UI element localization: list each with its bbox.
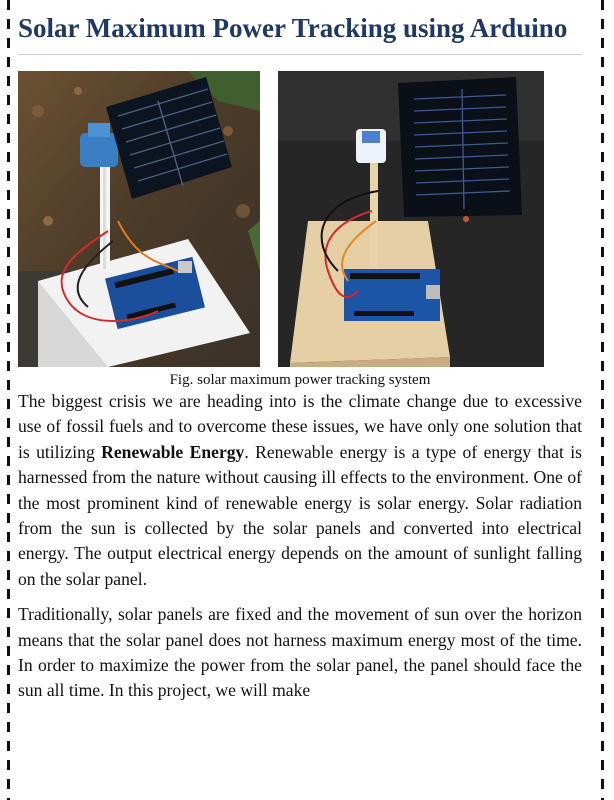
left-dashed-border (7, 0, 10, 800)
article: Solar Maximum Power Tracking using Ardui… (18, 12, 582, 704)
article-title: Solar Maximum Power Tracking using Ardui… (18, 13, 568, 43)
right-dashed-border (601, 0, 604, 800)
paragraph-intro-text-continued: . Renewable energy is a type of energy t… (18, 441, 582, 589)
figure-caption: Fig. solar maximum power tracking system (169, 372, 431, 388)
paragraph-traditional: Traditionally, solar panels are fixed an… (18, 604, 582, 701)
solar-tracker-photo-outdoor (18, 71, 260, 367)
paragraph-intro: The biggest crisis we are heading into i… (18, 389, 582, 592)
solar-tracker-photo-studio (278, 71, 544, 367)
figure (18, 71, 582, 371)
renewable-energy-emphasis: Renewable Energy (101, 441, 245, 462)
title-divider (18, 54, 582, 55)
